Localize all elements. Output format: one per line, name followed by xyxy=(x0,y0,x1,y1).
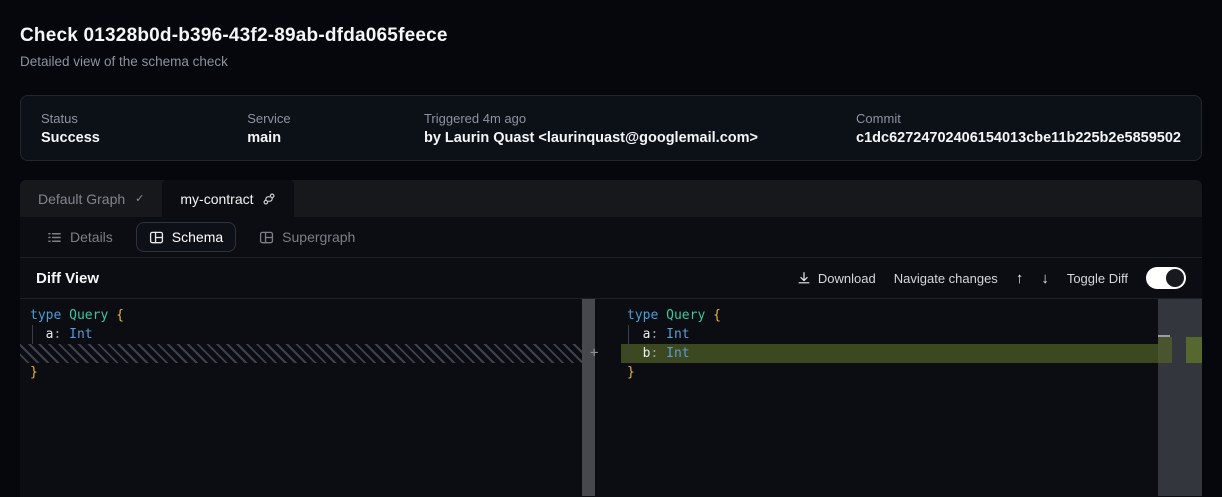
added-line-plus-sign: + xyxy=(590,344,598,363)
arrow-down-icon: ↓ xyxy=(1041,270,1049,287)
diff-code-line: type Query { xyxy=(621,306,1202,325)
tab-schema[interactable]: Schema xyxy=(136,222,236,252)
triggered-label: Triggered 4m ago xyxy=(424,111,856,126)
diff-pane-right[interactable]: type Query { a: Int b: Int} xyxy=(621,299,1202,496)
commit-label: Commit xyxy=(856,111,1181,126)
status-label: Status xyxy=(41,111,247,126)
diff-header: Diff View Download Navigate changes ↑ xyxy=(20,258,1202,299)
diff-added-line: b: Int xyxy=(621,344,1202,363)
diff-code-line: a: Int xyxy=(20,325,595,344)
service-label: Service xyxy=(247,111,424,126)
check-icon: ✓ xyxy=(135,192,144,205)
diff-code-line: } xyxy=(20,363,595,382)
columns-icon xyxy=(149,230,164,245)
indent-guide xyxy=(32,325,33,344)
right-scrollbar[interactable] xyxy=(1158,299,1202,496)
page-subtitle: Detailed view of the schema check xyxy=(20,54,1202,70)
download-label: Download xyxy=(818,271,876,286)
graph-tab-strip: Default Graph ✓ my-contract xyxy=(20,180,1202,217)
page-header: Check 01328b0d-b396-43f2-89ab-dfda065fee… xyxy=(0,0,1222,70)
tab-supergraph[interactable]: Supergraph xyxy=(246,222,368,252)
diff-code-line: } xyxy=(621,363,1202,382)
navigate-changes-label: Navigate changes xyxy=(894,271,998,286)
commit-field: Commit c1dc62724702406154013cbe11b225b2e… xyxy=(856,111,1181,146)
diff-code-line: a: Int xyxy=(621,325,1202,344)
tab-supergraph-label: Supergraph xyxy=(282,229,355,245)
download-icon xyxy=(797,271,811,285)
added-line-scroll-tint xyxy=(1158,337,1172,363)
diff-view-title: Diff View xyxy=(36,270,99,287)
diff-code-line: type Query { xyxy=(20,306,595,325)
indent-guide xyxy=(628,325,629,363)
tab-schema-label: Schema xyxy=(172,229,223,245)
columns-icon xyxy=(259,230,274,245)
list-icon xyxy=(47,230,62,245)
diff-pane-left[interactable]: type Query { a: Int} xyxy=(20,299,595,496)
tab-my-contract-label: my-contract xyxy=(180,191,253,207)
view-tab-bar: Details Schema Supergraph xyxy=(20,217,1202,257)
navigate-changes-button[interactable]: Navigate changes xyxy=(894,271,998,286)
schema-diff-editor: type Query { a: Int} type Query { a: Int… xyxy=(20,299,1202,496)
check-content-panel: Details Schema Supergraph xyxy=(20,217,1202,497)
toggle-knob xyxy=(1166,269,1184,287)
tab-details-label: Details xyxy=(70,229,113,245)
diff-removed-placeholder-line xyxy=(20,344,582,363)
download-button[interactable]: Download xyxy=(797,271,876,286)
status-value: Success xyxy=(41,130,247,146)
toggle-diff-label: Toggle Diff xyxy=(1067,271,1128,286)
diff-right-lines: type Query { a: Int b: Int} xyxy=(621,306,1202,382)
next-change-button[interactable]: ↓ xyxy=(1041,271,1049,286)
commit-value: c1dc62724702406154013cbe11b225b2e5859502 xyxy=(856,130,1181,146)
toggle-diff-switch[interactable] xyxy=(1146,267,1186,289)
service-value: main xyxy=(247,130,424,146)
triggered-field: Triggered 4m ago by Laurin Quast <laurin… xyxy=(424,111,856,146)
left-scrollbar[interactable] xyxy=(582,299,595,496)
added-change-marker xyxy=(1186,337,1202,363)
tab-details[interactable]: Details xyxy=(34,222,126,252)
tab-default-graph-label: Default Graph xyxy=(38,191,125,207)
diff-panel: Diff View Download Navigate changes ↑ xyxy=(20,257,1202,497)
status-field: Status Success xyxy=(41,111,247,146)
page-title: Check 01328b0d-b396-43f2-89ab-dfda065fee… xyxy=(20,25,1202,47)
scrollbar-thumb-edge xyxy=(1158,335,1170,337)
diff-left-lines: type Query { a: Int} xyxy=(20,306,595,382)
tab-my-contract[interactable]: my-contract xyxy=(162,180,293,217)
arrow-up-icon: ↑ xyxy=(1016,270,1024,287)
previous-change-button[interactable]: ↑ xyxy=(1016,271,1024,286)
diff-controls: Download Navigate changes ↑ ↓ Toggle Dif… xyxy=(797,267,1186,289)
git-compare-icon xyxy=(262,192,276,206)
check-summary-card: Status Success Service main Triggered 4m… xyxy=(20,95,1202,161)
service-field: Service main xyxy=(247,111,424,146)
triggered-value: by Laurin Quast <laurinquast@googlemail.… xyxy=(424,130,856,146)
tab-default-graph[interactable]: Default Graph ✓ xyxy=(20,180,162,217)
